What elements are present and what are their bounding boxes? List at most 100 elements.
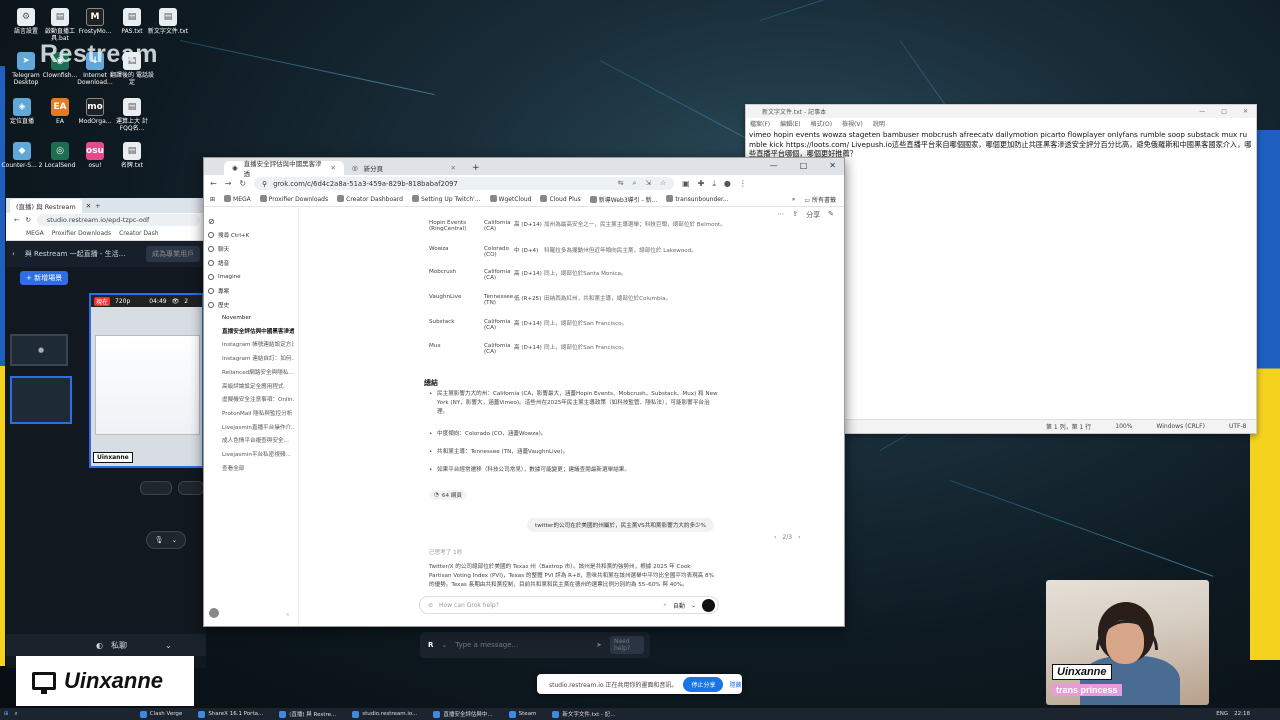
close-tab-icon[interactable]: ✕ bbox=[331, 164, 336, 172]
need-help-button[interactable]: Need help? bbox=[610, 636, 644, 654]
close-tab-icon[interactable]: ✕ bbox=[451, 164, 456, 172]
attach-icon[interactable]: ⊘ bbox=[428, 602, 433, 609]
taskbar-item[interactable]: Clash Verge bbox=[134, 708, 189, 720]
bookmark[interactable]: 新導Web3導引 - 新... bbox=[589, 195, 657, 204]
history-item[interactable]: Livejasmin直播平台操作介... bbox=[208, 422, 294, 436]
new-tab-button[interactable]: + bbox=[464, 163, 488, 175]
menu-item[interactable]: 編輯(E) bbox=[780, 119, 800, 128]
nav-voice[interactable]: 語音 bbox=[208, 256, 294, 270]
taskbar-item[interactable]: ShareX 16.1 Porta... bbox=[192, 708, 269, 720]
history-item[interactable]: Relianced網路安全與隱私... bbox=[208, 367, 294, 381]
mic-control[interactable]: 🎙 ⌄ bbox=[146, 531, 186, 549]
studio-url[interactable]: studio.restream.io/epd-tzpc-odf bbox=[36, 214, 200, 226]
menu-item[interactable]: 說明 bbox=[873, 119, 885, 128]
history-item[interactable]: 成人色情平台複查與安全... bbox=[208, 435, 294, 449]
share-icon[interactable]: ⇪ bbox=[792, 210, 798, 220]
new-tab-icon[interactable]: + bbox=[95, 202, 100, 210]
close-icon[interactable]: ✕ bbox=[86, 202, 91, 210]
forward-icon[interactable]: → bbox=[225, 179, 232, 188]
chevron-left-icon[interactable]: ‹ bbox=[774, 534, 776, 541]
reload-icon[interactable]: ↻ bbox=[25, 216, 30, 224]
back-icon[interactable]: ← bbox=[14, 216, 19, 224]
taskbar-item[interactable]: 新文字文件.txt - 記... bbox=[546, 708, 621, 720]
taskbar-item[interactable]: (直播) 與 Restre... bbox=[273, 708, 342, 720]
studio-chat-input[interactable]: R ⌄ Type a message... ➤ Need help? bbox=[420, 632, 650, 658]
extension-icon[interactable]: ▣ bbox=[682, 179, 690, 188]
desktop-icon[interactable]: ▤ 名牌.txt bbox=[110, 142, 154, 169]
taskbar-item[interactable]: 直播安全評估與中... bbox=[427, 708, 498, 720]
user-avatar[interactable] bbox=[209, 608, 219, 618]
search-icon[interactable]: ⌕ bbox=[15, 711, 18, 718]
control-chip[interactable] bbox=[140, 481, 172, 495]
sources-chip[interactable]: ◔ 64 網頁 bbox=[429, 490, 467, 500]
stream-preview[interactable]: 現在 720p 04:49 👁 2 Uinxanne bbox=[89, 293, 204, 468]
chevron-right-icon[interactable]: › bbox=[798, 534, 800, 541]
download-icon[interactable]: ⤓ bbox=[712, 179, 716, 189]
tab-new[interactable]: ◎ 新分頁 ✕ bbox=[344, 161, 464, 175]
hide-button[interactable]: 隱藏 bbox=[729, 680, 741, 689]
apps-icon[interactable]: ⊞ bbox=[210, 196, 215, 203]
nav-projects[interactable]: 專案 bbox=[208, 284, 294, 298]
bookmark[interactable]: Setting Up Twitch'... bbox=[411, 195, 481, 203]
thinking-label[interactable]: 已思考了 1秒 bbox=[429, 548, 462, 556]
nav-chat[interactable]: 聊天 bbox=[208, 242, 294, 256]
bookmark[interactable]: Proxifier Downloads bbox=[259, 195, 328, 203]
all-bookmarks[interactable]: ▭ 所有書籤 bbox=[804, 195, 836, 204]
close-icon[interactable]: ✕ bbox=[829, 161, 836, 170]
history-item[interactable]: 直播安全評估與中國黑客滲透 bbox=[208, 326, 294, 340]
profile-icon[interactable]: ● bbox=[724, 179, 731, 188]
taskbar-item[interactable]: studio.restream.io... bbox=[346, 708, 423, 720]
close-icon[interactable]: ✕ bbox=[1243, 108, 1248, 115]
private-chat-toggle[interactable]: ◐ 私聊 ⌄ bbox=[6, 634, 206, 656]
address-bar[interactable]: ⚲ grok.com/c/6d4c2a8a-51a3-459a-829b-818… bbox=[254, 177, 675, 190]
more-bookmarks-icon[interactable]: » bbox=[792, 196, 796, 203]
history-item[interactable]: Instagram 帳號連結設定方法 bbox=[208, 339, 294, 353]
bookmark[interactable]: Proxifier Downloads bbox=[52, 230, 111, 237]
nav-history[interactable]: 歷史 bbox=[208, 298, 294, 312]
bookmark[interactable]: Creator Dashboard bbox=[337, 195, 403, 203]
maximize-icon[interactable]: □ bbox=[1221, 108, 1227, 115]
history-item[interactable]: 高級評論設定全應用程式 bbox=[208, 381, 294, 395]
nav-imagine[interactable]: Imagine bbox=[208, 270, 294, 284]
grok-input[interactable]: ⊘ How can Grok help? ⚡ 自動 ⌄ bbox=[419, 596, 719, 614]
new-scene-button[interactable]: + 新增場景 bbox=[20, 271, 69, 285]
mode-select[interactable]: 自動 bbox=[673, 601, 685, 610]
voice-send-button[interactable] bbox=[702, 598, 715, 612]
more-icon[interactable]: ⋯ bbox=[777, 210, 784, 220]
search-button[interactable]: 搜尋 Ctrl+K bbox=[208, 228, 294, 242]
desktop-icon[interactable]: ▤ 運算上大 計FQQ名... bbox=[110, 98, 154, 132]
site-info-icon[interactable]: ⚲ bbox=[262, 180, 267, 188]
back-icon[interactable]: ← bbox=[210, 179, 217, 188]
studio-tab[interactable]: (直播) 與 Restream bbox=[10, 198, 82, 213]
control-chip[interactable] bbox=[178, 481, 204, 495]
bookmark[interactable]: Creator Dash bbox=[119, 230, 159, 237]
history-item[interactable]: Instagram 連結自訂：如何... bbox=[208, 353, 294, 367]
scene-thumb-active[interactable] bbox=[10, 376, 72, 424]
scene-thumb[interactable]: ● bbox=[10, 334, 68, 366]
history-item[interactable]: ProtonMail 隱私與監控分析 bbox=[208, 408, 294, 422]
collapse-sidebar-icon[interactable]: « bbox=[286, 612, 289, 618]
reload-icon[interactable]: ↻ bbox=[239, 179, 246, 188]
history-item[interactable]: Livejasmin平台私密視頻... bbox=[208, 449, 294, 463]
bookmark[interactable]: MEGA bbox=[224, 195, 251, 203]
menu-item[interactable]: 格式(O) bbox=[811, 119, 832, 128]
back-arrow-icon[interactable]: ‹ bbox=[12, 250, 15, 258]
taskbar-time[interactable]: 22:18 bbox=[1234, 711, 1250, 717]
grok-logo-icon[interactable]: ⊘ bbox=[208, 214, 294, 228]
bookmark[interactable]: WgetCloud bbox=[489, 195, 531, 203]
stop-sharing-button[interactable]: 停止分享 bbox=[683, 676, 724, 692]
taskbar-item[interactable]: Steam bbox=[503, 708, 543, 720]
puzzle-icon[interactable]: ✚ bbox=[698, 179, 705, 188]
history-item[interactable]: 虛擬機安全注意事項：Onlin... bbox=[208, 394, 294, 408]
history-item[interactable]: 查看全部 bbox=[208, 463, 294, 477]
start-icon[interactable]: ⊞ bbox=[4, 711, 9, 717]
zoom-icon[interactable]: ⌕ bbox=[633, 179, 637, 188]
minimize-icon[interactable]: — bbox=[1199, 108, 1205, 115]
bookmark[interactable]: transunbounder... bbox=[666, 195, 729, 203]
tab-grok[interactable]: ◉ 直播安全評估與中國黑客滲透 ✕ bbox=[224, 160, 344, 178]
minimize-icon[interactable]: — bbox=[770, 161, 778, 170]
menu-item[interactable]: 檔案(F) bbox=[750, 119, 770, 128]
edit-icon[interactable]: ✎ bbox=[828, 210, 834, 220]
upgrade-button[interactable]: 成為專業用戶 bbox=[146, 246, 200, 262]
taskbar-lang[interactable]: ENG bbox=[1216, 711, 1228, 717]
